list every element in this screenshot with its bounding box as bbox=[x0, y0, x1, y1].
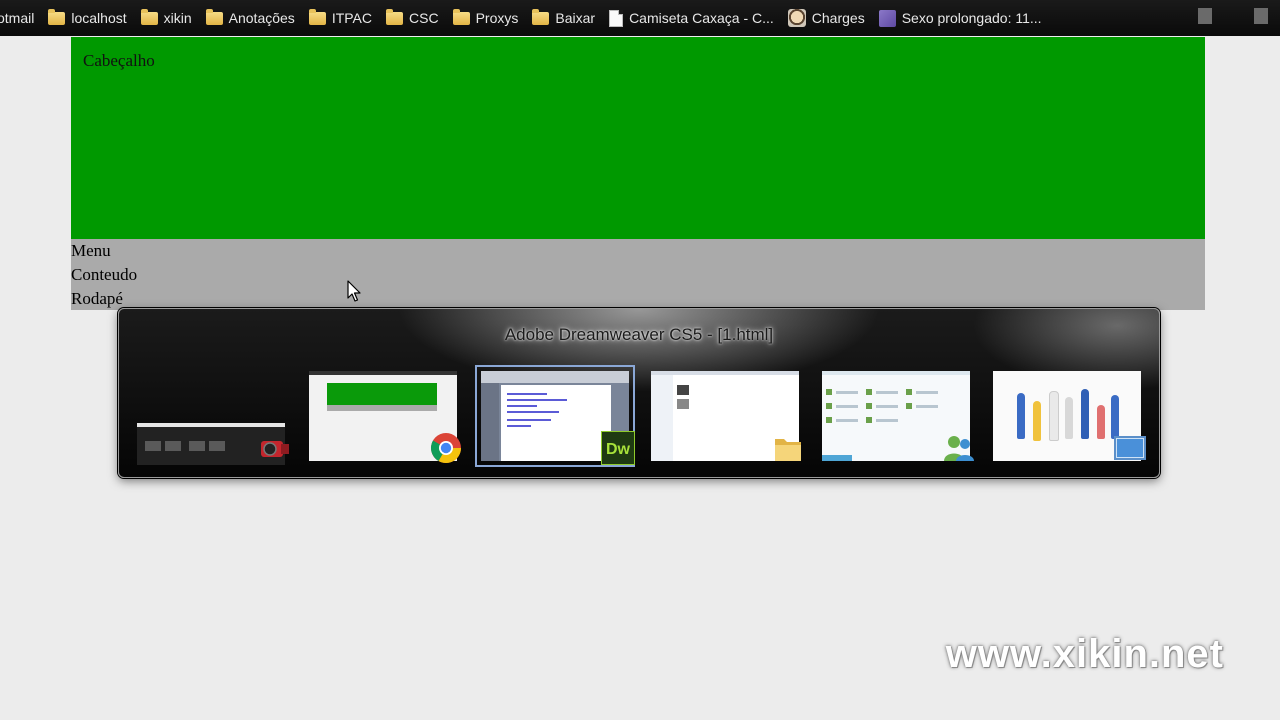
bookmarks-bar: otmail localhost xikin Anotações ITPAC C… bbox=[0, 0, 1280, 36]
face-icon bbox=[787, 9, 806, 27]
bookmark-itpac[interactable]: ITPAC bbox=[308, 8, 373, 26]
bookmark-csc[interactable]: CSC bbox=[386, 8, 439, 26]
camera-icon bbox=[261, 441, 289, 457]
bookmark-label: Camiseta Caxaça - C... bbox=[629, 10, 774, 26]
folder-icon bbox=[532, 8, 550, 25]
window-thumbnail-explorer[interactable] bbox=[651, 371, 801, 461]
folder-icon bbox=[775, 439, 801, 461]
bookmark-sexo-prolongado[interactable]: Sexo prolongado: 11... bbox=[878, 9, 1042, 27]
window-thumbnail-messenger[interactable] bbox=[822, 371, 974, 461]
folder-icon bbox=[452, 8, 470, 25]
bookmarks-overflow-left-icon bbox=[1198, 8, 1212, 24]
page-icon bbox=[609, 9, 624, 27]
bookmarks-overflow-right-icon bbox=[1254, 8, 1268, 24]
header-text: Cabeçalho bbox=[83, 51, 155, 70]
watermark: www.xikin.net bbox=[945, 632, 1224, 676]
dreamweaver-icon: Dw bbox=[601, 431, 635, 465]
desktop-icon bbox=[1114, 436, 1146, 460]
bookmark-label: Charges bbox=[811, 10, 865, 26]
page-header-block: Cabeçalho bbox=[71, 37, 1205, 239]
bookmark-localhost[interactable]: localhost bbox=[48, 8, 127, 26]
bookmark-anotacoes[interactable]: Anotações bbox=[205, 8, 295, 26]
bookmark-label: Proxys bbox=[475, 10, 519, 26]
window-thumbnail-chrome[interactable] bbox=[309, 371, 461, 464]
site-favicon-icon bbox=[878, 9, 896, 27]
dreamweaver-badge-text: Dw bbox=[606, 441, 631, 458]
folder-icon bbox=[48, 8, 66, 25]
window-thumbnail-video-editor[interactable] bbox=[137, 371, 289, 465]
window-thumbnail-dreamweaver[interactable]: Dw bbox=[475, 365, 635, 467]
task-switcher: Adobe Dreamweaver CS5 - [1.html] Dw bbox=[118, 308, 1160, 478]
menu-text: Menu bbox=[71, 241, 111, 260]
switcher-title: Adobe Dreamweaver CS5 - [1.html] bbox=[504, 325, 774, 344]
bookmark-label: ITPAC bbox=[331, 10, 373, 26]
bookmark-camiseta[interactable]: Camiseta Caxaça - C... bbox=[609, 9, 774, 27]
bookmark-label: Baixar bbox=[555, 10, 596, 26]
bookmark-label: Anotações bbox=[228, 10, 295, 26]
bookmark-proxys[interactable]: Proxys bbox=[452, 8, 519, 26]
folder-icon bbox=[308, 8, 326, 25]
mouse-cursor-icon bbox=[347, 280, 361, 302]
page-body-block: Menu Conteudo Rodapé bbox=[71, 239, 1205, 310]
bookmark-label: localhost bbox=[71, 10, 127, 26]
bookmark-baixar[interactable]: Baixar bbox=[532, 8, 596, 26]
bookmark-label: xikin bbox=[163, 10, 192, 26]
messenger-icon bbox=[944, 436, 974, 461]
bookmark-hotmail[interactable]: otmail bbox=[0, 10, 34, 26]
folder-icon bbox=[205, 8, 223, 25]
bookmark-label: CSC bbox=[409, 10, 439, 26]
folder-icon bbox=[386, 8, 404, 25]
content-text: Conteudo bbox=[71, 265, 138, 284]
folder-icon bbox=[140, 8, 158, 25]
bookmark-charges[interactable]: Charges bbox=[787, 9, 865, 27]
window-thumbnail-desktop[interactable] bbox=[993, 371, 1146, 461]
bookmark-label: Sexo prolongado: 11... bbox=[901, 10, 1042, 26]
chrome-icon bbox=[430, 433, 461, 464]
bookmark-label: otmail bbox=[0, 10, 35, 26]
bookmark-xikin[interactable]: xikin bbox=[140, 8, 192, 26]
